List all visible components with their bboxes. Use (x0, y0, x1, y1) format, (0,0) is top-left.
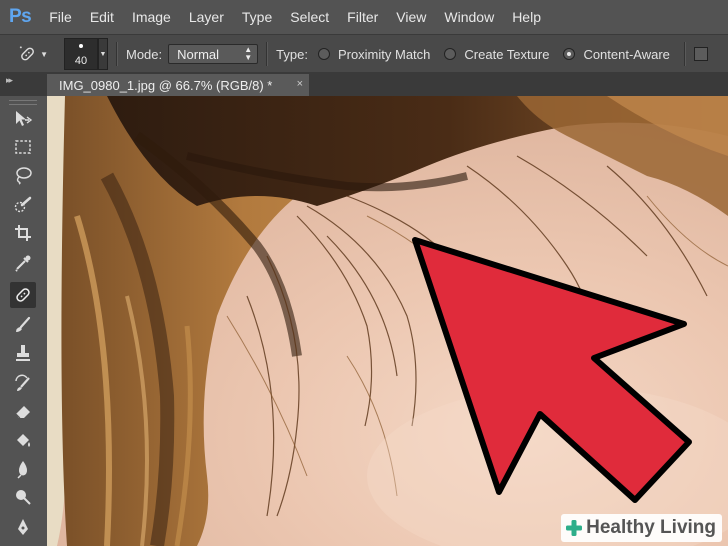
document-tab-strip: ▸▸ IMG_0980_1.jpg @ 66.7% (RGB/8) * × (0, 72, 728, 96)
document-tab-title: IMG_0980_1.jpg @ 66.7% (RGB/8) * (59, 77, 273, 93)
brush-dot-icon (79, 44, 83, 48)
radio-proximity-match-label[interactable]: Proximity Match (338, 47, 430, 62)
pen-icon[interactable] (10, 514, 36, 540)
quick-selection-icon[interactable] (10, 192, 36, 218)
divider (266, 42, 269, 66)
radio-create-texture[interactable] (444, 48, 457, 60)
radio-content-aware[interactable] (563, 48, 576, 60)
radio-create-texture-label[interactable]: Create Texture (464, 47, 549, 62)
brush-icon[interactable] (10, 312, 36, 338)
tool-preset-picker[interactable]: ▼ (18, 41, 48, 67)
panel-grip[interactable] (9, 100, 37, 105)
menu-type[interactable]: Type (242, 9, 272, 25)
radio-proximity-match[interactable] (317, 48, 330, 60)
mode-label: Mode: (126, 46, 163, 62)
chevron-down-icon: ▼ (40, 49, 48, 59)
watermark-text: Healthy Living (586, 517, 716, 538)
sample-all-layers-checkbox[interactable] (693, 47, 708, 61)
divider (683, 42, 686, 66)
spot-healing-brush-icon[interactable] (10, 282, 36, 308)
chevron-updown-icon: ▲ ▼ (244, 45, 253, 62)
spot-healing-brush-icon (19, 46, 34, 61)
plus-leaf-icon (565, 519, 583, 537)
document-canvas[interactable]: Healthy Living (47, 96, 728, 546)
options-bar: ▼ 40 ▼ Mode: Normal ▲ ▼ Type: Proximity M… (0, 34, 728, 73)
menu-select[interactable]: Select (290, 9, 329, 25)
brush-picker-dropdown[interactable]: ▼ (98, 38, 108, 70)
photoshop-logo: Ps (9, 6, 32, 27)
eraser-icon[interactable] (10, 398, 36, 424)
menu-edit[interactable]: Edit (90, 9, 114, 25)
rectangular-marquee-icon[interactable] (10, 134, 36, 160)
type-label: Type: (276, 46, 308, 62)
menu-file[interactable]: File (49, 9, 72, 25)
menu-view[interactable]: View (396, 9, 426, 25)
mode-select[interactable]: Normal ▲ ▼ (168, 44, 259, 64)
blur-icon[interactable] (10, 456, 36, 482)
lasso-icon[interactable] (10, 162, 36, 188)
close-icon[interactable]: × (297, 78, 303, 90)
eyedropper-icon[interactable] (10, 250, 36, 276)
paint-bucket-icon[interactable] (10, 428, 36, 454)
crop-icon[interactable] (10, 220, 36, 246)
brush-size-picker[interactable]: 40 (64, 38, 98, 70)
hair-and-skin-photo (47, 96, 728, 546)
tools-panel (0, 96, 47, 546)
menu-filter[interactable]: Filter (347, 9, 378, 25)
healthy-living-watermark: Healthy Living (561, 514, 722, 542)
menu-bar: Ps File Edit Image Layer Type Select Fil… (0, 0, 728, 34)
document-tab[interactable]: IMG_0980_1.jpg @ 66.7% (RGB/8) * × (47, 74, 309, 96)
menu-layer[interactable]: Layer (189, 9, 224, 25)
brush-size-value: 40 (74, 55, 88, 67)
radio-content-aware-label[interactable]: Content-Aware (583, 47, 669, 62)
divider (116, 42, 118, 66)
menu-window[interactable]: Window (444, 9, 494, 25)
mode-value: Normal (177, 46, 220, 62)
move-icon[interactable] (10, 106, 36, 132)
menu-help[interactable]: Help (512, 9, 541, 25)
menu-image[interactable]: Image (132, 9, 171, 25)
history-brush-icon[interactable] (10, 370, 36, 396)
collapse-panel-icon[interactable]: ▸▸ (6, 75, 13, 86)
dodge-icon[interactable] (10, 484, 36, 510)
clone-stamp-icon[interactable] (10, 340, 36, 366)
